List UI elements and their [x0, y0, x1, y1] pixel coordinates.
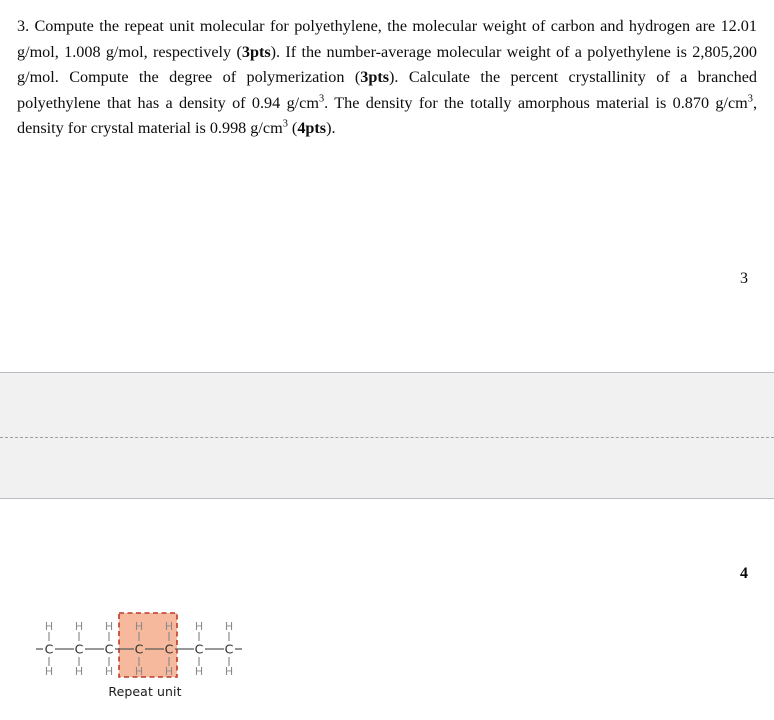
carbon-5: C [165, 642, 174, 657]
page-marker-upper: 3 [740, 270, 748, 287]
hydrogen-bottom-7: H [225, 665, 233, 678]
page-marker-lower: 4 [740, 565, 748, 582]
hydrogen-bottom-2: H [75, 665, 83, 678]
hydrogen-top-4: H [135, 620, 143, 633]
points-badge-4pts: 4pts [297, 119, 327, 137]
polymer-chain-svg: H H H H H H H C C C C C C C H H H H H H … [36, 612, 242, 678]
polyethylene-chain-figure: H H H H H H H C C C C C C C H H H H H H … [30, 608, 265, 708]
carbon-6: C [195, 642, 204, 657]
hydrogen-bottom-3: H [105, 665, 113, 678]
carbon-1: C [45, 642, 54, 657]
hydrogen-top-2: H [75, 620, 83, 633]
dashed-divider-line [0, 437, 774, 438]
hydrogen-top-3: H [105, 620, 113, 633]
question-text-block: 3. Compute the repeat unit molecular for… [17, 14, 757, 142]
question-segment-7: ). [326, 119, 336, 137]
carbon-7: C [225, 642, 234, 657]
hydrogen-top-6: H [195, 620, 203, 633]
question-segment-4: . The density for the totally amorphous … [324, 93, 748, 112]
points-badge-3pts-b: 3pts [360, 68, 390, 86]
hydrogen-bottom-1: H [45, 665, 53, 678]
carbon-4: C [135, 642, 144, 657]
lower-hydrogen-labels: H H H H H H H [45, 665, 233, 678]
question-segment-6: ( [287, 119, 298, 137]
hydrogen-top-7: H [225, 620, 233, 633]
separator-band [0, 372, 774, 499]
upper-hydrogen-labels: H H H H H H H [45, 620, 233, 633]
hydrogen-bottom-4: H [135, 665, 143, 678]
upper-ch-bonds [48, 632, 230, 641]
carbon-3: C [105, 642, 114, 657]
hydrogen-top-1: H [45, 620, 53, 633]
repeat-unit-caption: Repeat unit [108, 684, 182, 699]
hydrogen-top-5: H [165, 620, 173, 633]
hydrogen-bottom-6: H [195, 665, 203, 678]
question-paragraph: 3. Compute the repeat unit molecular for… [17, 14, 757, 142]
carbon-2: C [75, 642, 84, 657]
hydrogen-bottom-5: H [165, 665, 173, 678]
points-badge-3pts-a: 3pts [241, 42, 271, 61]
